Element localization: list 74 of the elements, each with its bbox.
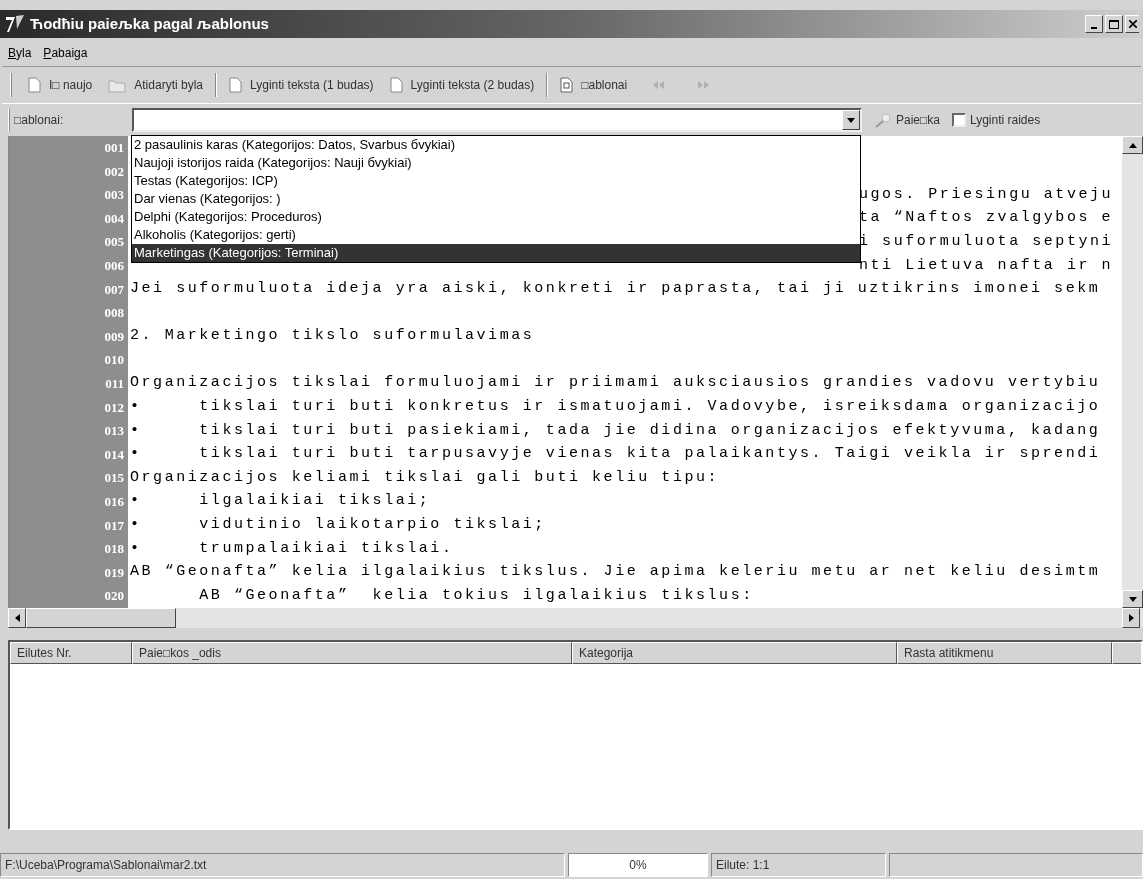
code-line: • tikslai turi buti pasiekiami, tada jie didina organizacijos efektyvuma, kadang [130,420,1101,441]
toolbar-button[interactable]: Atidaryti byla [100,72,211,98]
search-icon [874,112,892,128]
toolbar-button[interactable]: Lyginti teksta (2 budas) [381,72,543,98]
status-position: Eilute: 1:1 [711,853,886,877]
code-line: • ilgalaikiai tikslai; [130,491,431,512]
scroll-up-icon[interactable] [1122,136,1143,154]
app-icon [4,14,26,34]
line-number: 020 [104,587,124,606]
line-number: 012 [104,398,124,417]
line-number: 006 [104,257,124,275]
menu-item[interactable]: Pabaiga [43,44,88,62]
folder-icon [108,77,127,93]
line-number: 017 [104,516,124,535]
minimize-button[interactable] [1085,15,1103,33]
scroll-right-icon[interactable] [1122,608,1140,628]
line-number: 014 [104,445,124,464]
code-line: Organizacijos keliami tikslai gali buti keliu tipu: [130,467,720,488]
vertical-scrollbar[interactable] [1122,136,1143,608]
toolbar-button[interactable]: I□ naujo [20,72,101,98]
checkbox[interactable] [951,113,966,127]
line-number: 019 [104,563,124,582]
line-number: 016 [104,492,124,511]
search-button[interactable]: Paie□ka [874,111,940,129]
line-number: 002 [104,162,124,181]
line-number: 011 [105,375,124,393]
line-number: 018 [104,540,124,559]
code-line: Jei suformuluota ideja yra aiski, konkreti ir paprasta, tai ji uztikrins imonei sekm [130,279,1101,300]
line-number: 010 [104,351,124,370]
column-header[interactable]: Rasta atitikmenu [897,642,1112,664]
scroll-thumb[interactable] [26,608,176,628]
line-number: 001 [104,139,124,158]
status-path: F:\Uceba\Programa\Sablonai\mar2.txt [0,853,565,877]
code-line: • tikslai turi buti tarpusavyje vienas kita palaikantys. Taigi veikla ir sprendi [130,444,1101,465]
progress-indicator: 0% [568,853,708,877]
line-number: 007 [104,280,124,299]
code-line: nti Lietuva nafta ir n [859,255,1114,276]
close-icon [1128,20,1137,28]
line-number: 003 [104,186,124,205]
double-left-arrow-icon [651,79,666,91]
line-number: 015 [104,469,124,488]
code-line: 2. Marketingo tikslo suformulavimas [130,326,535,347]
code-line: ta “Naftos zvalgybos e [859,208,1114,229]
line-number: 009 [104,327,124,346]
scroll-down-icon[interactable] [1122,590,1143,608]
code-line: AB “Geonafta” kelia tokius ilgalaikius tikslus: [198,585,754,606]
column-header[interactable]: Eilutes Nr. [10,642,132,664]
document-icon [229,77,242,93]
code-line: Organizacijos tikslai formuluojami ir priimami auksciausios grandies vadovu vertybiu [130,373,1101,394]
templates-combobox[interactable] [132,108,862,132]
menu-item[interactable]: Byla [8,44,32,62]
code-line: • tikslai turi buti konkretus ir ismatuojami. Vadovybe, isreiksdama organizacijo [130,397,1101,418]
document-icon [28,77,41,93]
close-button[interactable] [1125,15,1139,33]
line-number: 005 [104,233,124,252]
column-header[interactable]: Kategorija [572,642,897,664]
line-number: 004 [104,209,124,228]
window-title: Ћodħiu paieљka pagal љablonus [30,13,269,34]
horizontal-scrollbar[interactable] [8,608,1143,628]
code-line: • vidutinio laikotarpio tikslai; [130,515,546,536]
templates-label: □ablonai: [14,112,65,129]
column-header[interactable]: Paie□kos _odis [132,642,572,664]
maximize-button[interactable] [1105,15,1123,33]
scroll-left-icon[interactable] [8,608,26,628]
toolbar-button[interactable]: □ablonai [552,72,636,98]
document-icon [389,77,403,93]
document-icon [560,77,574,93]
dropdown-option[interactable]: Marketingas (Kategorijos: Terminai) [132,244,860,262]
code-line: • trumpalaikiai tikslai. [130,538,454,559]
toolbar-button[interactable]: Lyginti teksta (1 budas) [221,72,382,98]
checkbox-label: Lyginti raides [969,112,1041,129]
line-number: 013 [104,422,124,441]
code-line: AB “Geonafta” kelia ilgalaikius tikslus. Jie apima keleriu metu ar net keliu desimtm [130,562,1101,583]
line-number: 008 [104,304,124,323]
